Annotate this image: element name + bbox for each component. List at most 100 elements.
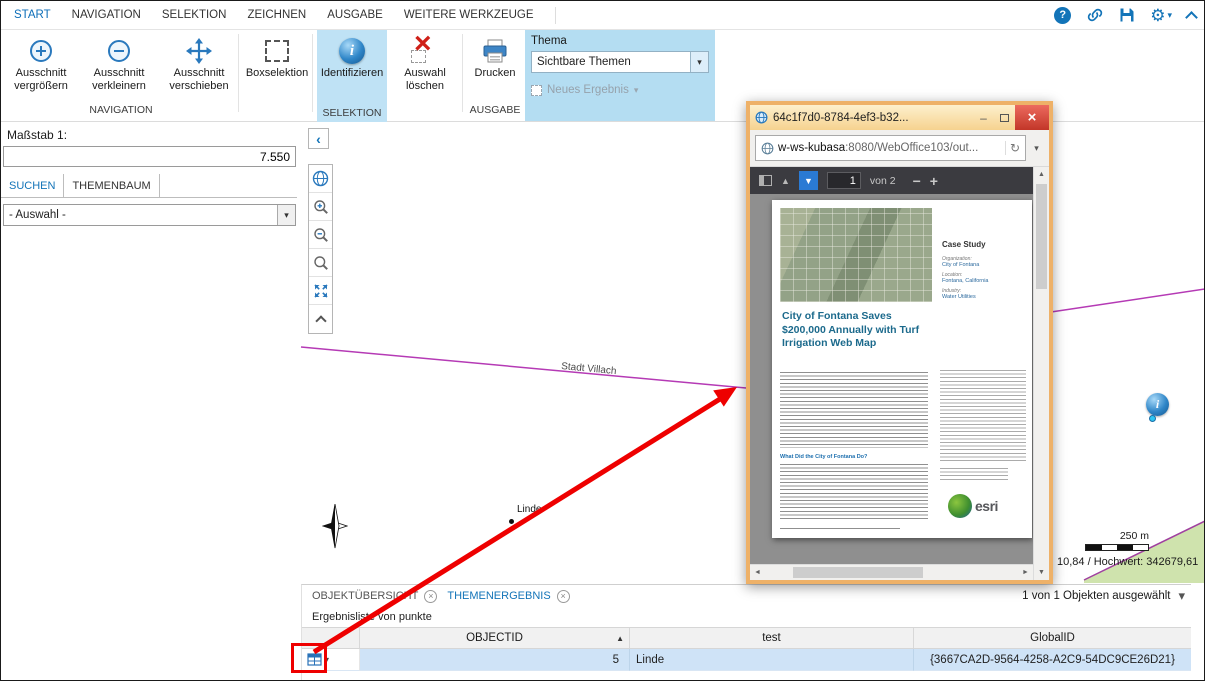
close-button[interactable]: × (1015, 105, 1049, 130)
button-label: Boxselektion (246, 67, 308, 80)
tab-objektuebersicht[interactable]: OBJEKTÜBERSICHT × (312, 590, 437, 603)
thema-group-panel: Thema Sichtbare Themen ▾ Neues Ergebnis … (525, 30, 715, 121)
collapse-toolbar-button[interactable] (309, 305, 332, 333)
minimize-button[interactable]: – (973, 105, 994, 130)
menu-tab-start[interactable]: START (14, 9, 51, 21)
thema-select[interactable]: Sichtbare Themen ▾ (531, 51, 709, 73)
box-selection-button[interactable]: Boxselektion (243, 32, 311, 118)
menu-tab-navigation[interactable]: NAVIGATION (72, 9, 141, 21)
zoom-in-tool-button[interactable] (309, 193, 332, 221)
tab-themenbaum[interactable]: THEMENBAUM (64, 174, 159, 197)
collapse-results-icon[interactable]: ▾ (1178, 588, 1185, 604)
result-table-row[interactable]: ▾ 5 Linde {3667CA2D-9564-4258-A2C9-54DC9… (302, 649, 1191, 671)
page-count-label: von 2 (870, 175, 896, 187)
boundary-line (301, 347, 746, 388)
column-header-globalid[interactable]: GlobalID (914, 628, 1191, 648)
button-label: Auswahl (404, 67, 446, 80)
ribbon-divider (462, 34, 463, 112)
new-result-box-icon (531, 85, 542, 96)
collapse-panel-button[interactable]: ‹ (308, 128, 329, 149)
row-menu-caret-icon[interactable]: ▾ (325, 655, 329, 664)
menu-tab-zeichnen[interactable]: ZEICHNEN (247, 9, 306, 21)
sort-ascending-icon[interactable]: ▲ (616, 634, 624, 643)
full-extent-button[interactable] (309, 277, 332, 305)
zoom-out-tool-button[interactable] (309, 221, 332, 249)
tab-themenergebnis[interactable]: THEMENERGEBNIS × (447, 590, 569, 603)
address-host: w-ws-kubasa (778, 142, 845, 154)
caret-down-icon: ▾ (634, 85, 639, 96)
button-label: Ausschnitt (16, 67, 67, 80)
document-title: City of Fontana Saves $200,000 Annually … (782, 310, 932, 351)
scalebar (1085, 544, 1149, 551)
scroll-left-icon[interactable]: ◄ (750, 565, 765, 580)
tab-label: THEMENERGEBNIS (447, 590, 550, 602)
column-label: OBJECTID (466, 632, 523, 644)
result-list-title: Ergebnisliste von punkte (302, 607, 1191, 627)
horizontal-scrollbar[interactable]: ◄ ► (750, 564, 1033, 580)
cell-globalid: {3667CA2D-9564-4258-A2C9-54DC9CE26D21} (914, 649, 1191, 671)
menu-tab-selektion[interactable]: SELEKTION (162, 9, 227, 21)
menu-tab-ausgabe[interactable]: AUSGABE (327, 9, 383, 21)
column-header-objectid[interactable]: OBJECTID ▲ (360, 628, 630, 648)
meta-value: Fontana, California (942, 278, 1026, 284)
printer-icon (482, 35, 508, 67)
tab-suchen[interactable]: SUCHEN (1, 174, 64, 197)
box-selection-icon (265, 35, 289, 67)
address-dropdown-caret-icon[interactable]: ▾ (1029, 143, 1044, 154)
selected-point-dot (1149, 415, 1156, 422)
meta-value: Water Utilities (942, 294, 1026, 300)
neues-ergebnis-button[interactable]: Neues Ergebnis ▾ (531, 84, 709, 96)
zoom-in-icon[interactable]: + (930, 173, 938, 189)
collapse-ribbon-icon[interactable] (1185, 11, 1198, 24)
neues-ergebnis-label: Neues Ergebnis (547, 84, 629, 96)
magnifier-icon (313, 255, 329, 271)
caret-down-icon[interactable]: ▾ (277, 205, 295, 225)
selection-status-text: 1 von 1 Objekten ausgewählt (1022, 590, 1170, 602)
scroll-up-icon[interactable]: ▲ (1034, 167, 1049, 182)
row-report-table-icon[interactable] (307, 652, 322, 667)
scroll-right-icon[interactable]: ► (1018, 565, 1033, 580)
close-tab-icon[interactable]: × (424, 590, 437, 603)
save-icon[interactable] (1119, 7, 1135, 23)
scale-input[interactable] (3, 146, 296, 167)
table-header-gutter (302, 628, 360, 648)
clear-selection-button[interactable]: × Auswahl löschen (391, 32, 459, 118)
settings-menu[interactable]: ⚙ ▾ (1150, 7, 1172, 24)
link-icon[interactable] (1086, 6, 1104, 24)
previous-page-icon[interactable]: ▲ (781, 176, 790, 186)
scalebar-label: 250 m (1097, 530, 1149, 542)
popup-title: 64c1f7d0-8784-4ef3-b32... (773, 112, 973, 124)
zoom-window-tool-button[interactable] (309, 249, 332, 277)
maximize-button[interactable] (994, 105, 1015, 130)
chevron-left-icon: ‹ (316, 132, 321, 146)
horizontal-scroll-thumb[interactable] (793, 567, 923, 578)
report-popup-window: 64c1f7d0-8784-4ef3-b32... – × w-ws-kubas… (746, 101, 1053, 584)
menu-tab-weitere-werkzeuge[interactable]: WEITERE WERKZEUGE (404, 9, 534, 21)
help-icon[interactable]: ? (1054, 7, 1071, 24)
sidebar-toggle-icon[interactable] (759, 175, 772, 186)
aerial-photo (780, 208, 932, 302)
page-number-input[interactable]: 1 (827, 172, 861, 189)
map-point-label: Linde (517, 504, 541, 515)
overview-globe-button[interactable] (309, 165, 332, 193)
refresh-icon[interactable]: ↻ (1005, 141, 1020, 155)
address-path: :8080/WebOffice103/out... (845, 142, 978, 154)
identify-button-active[interactable]: i Identifizieren SELEKTION (317, 30, 387, 122)
scroll-down-icon[interactable]: ▼ (1034, 565, 1049, 580)
zoom-out-icon[interactable]: − (913, 173, 921, 189)
menu-bar: START NAVIGATION SELEKTION ZEICHNEN AUSG… (1, 1, 1204, 30)
next-page-icon[interactable]: ▼ (799, 171, 818, 190)
case-study-heading: Case Study (942, 240, 1026, 249)
popup-title-bar[interactable]: 64c1f7d0-8784-4ef3-b32... – × (750, 105, 1049, 130)
button-label: Identifizieren (321, 67, 383, 80)
caret-down-icon[interactable]: ▾ (690, 52, 708, 72)
close-tab-icon[interactable]: × (557, 590, 570, 603)
address-input[interactable]: w-ws-kubasa :8080/WebOffice103/out... ↻ (755, 135, 1026, 161)
search-selection-dropdown[interactable]: - Auswahl - ▾ (3, 204, 296, 226)
app-window: Stadt Villach START NAVIGATION SELEKTION… (0, 0, 1205, 681)
results-tabs: OBJEKTÜBERSICHT × THEMENERGEBNIS × 1 von… (302, 585, 1191, 607)
vertical-scroll-thumb[interactable] (1036, 184, 1047, 289)
column-header-test[interactable]: test (630, 628, 914, 648)
page-favicon-globe-icon (755, 111, 768, 124)
vertical-scrollbar[interactable]: ▲ ▼ (1033, 167, 1049, 580)
